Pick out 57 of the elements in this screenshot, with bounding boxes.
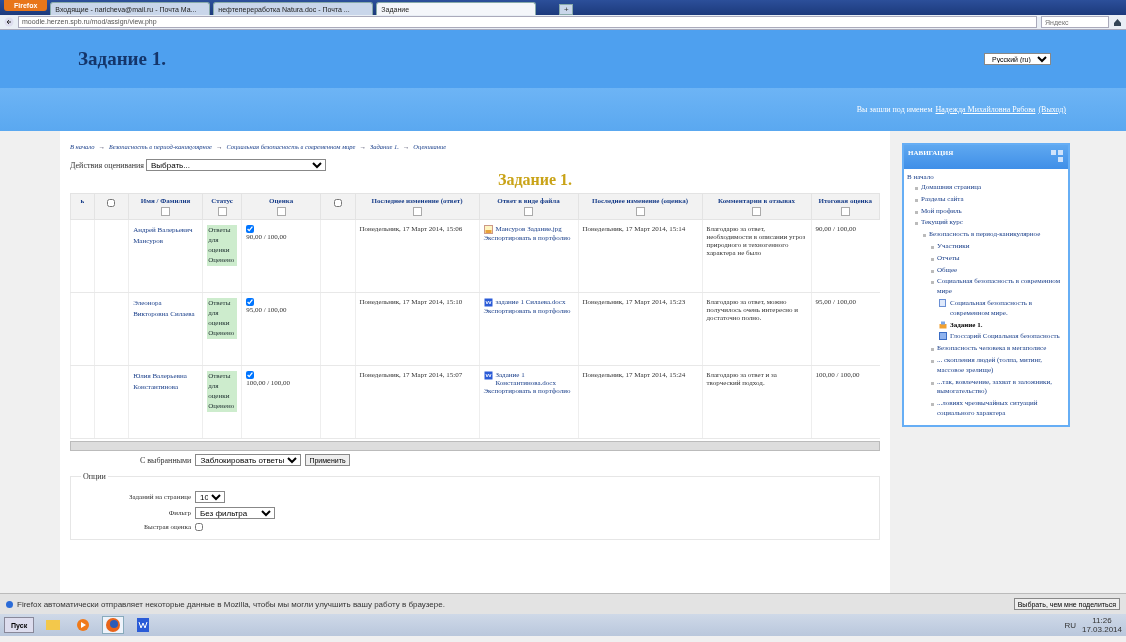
collapse-toggle[interactable] — [217, 207, 227, 216]
bullet-icon — [931, 381, 934, 385]
grade-checkbox[interactable] — [246, 298, 255, 306]
bullet-icon — [931, 281, 934, 285]
clock-date: 17.03.2014 — [1081, 625, 1122, 634]
quick-grading-checkbox[interactable] — [195, 523, 203, 531]
document-icon — [137, 618, 150, 632]
collapse-toggle[interactable] — [161, 207, 171, 216]
bullet-icon — [931, 359, 934, 363]
collapse-toggle[interactable] — [412, 207, 422, 216]
info-icon — [6, 600, 13, 608]
grading-action-select[interactable]: Выбрать... — [146, 159, 327, 171]
collapse-toggle[interactable] — [840, 207, 850, 216]
assignment-title: Задание 1. — [496, 171, 574, 189]
options-legend: Опции — [81, 472, 108, 481]
bullet-icon — [915, 222, 918, 226]
page-icon — [939, 298, 947, 307]
field-label: Действия оценивания — [70, 160, 145, 170]
bullet-icon — [915, 198, 918, 202]
filter-select[interactable]: Без фильтра — [195, 507, 275, 519]
collapse-toggle[interactable] — [276, 207, 286, 216]
bulk-action-select[interactable]: Заблокировать ответы — [195, 454, 302, 466]
bullet-icon — [923, 234, 926, 238]
collapse-toggle[interactable] — [752, 207, 761, 216]
grade-checkbox[interactable] — [246, 371, 255, 379]
taskbar-button[interactable] — [102, 616, 125, 634]
notification-text: Firefox автоматически отправляет некоторые данные в Mozilla, чтобы мы могли улучшить вашу работу в браузере. — [17, 599, 446, 609]
home-icon[interactable] — [1113, 17, 1122, 27]
per-page-select[interactable]: 10 — [195, 491, 225, 503]
collapse-toggle[interactable] — [524, 207, 533, 216]
globe-icon — [106, 618, 121, 632]
bullet-icon — [915, 210, 918, 214]
bullet-icon — [931, 269, 934, 273]
language-indicator[interactable]: RU — [1064, 620, 1076, 630]
page-title: Задание 1. — [78, 48, 166, 70]
media-player-icon — [77, 619, 90, 631]
login-info: Вы зашли под именем — [856, 105, 933, 114]
new-tab-button[interactable]: + — [559, 4, 574, 15]
bullet-icon — [931, 403, 934, 407]
bullet-icon — [915, 187, 918, 190]
document-icon — [483, 298, 493, 307]
clock-time: 11:26 — [1092, 616, 1112, 625]
block-controls-icon[interactable] — [1050, 149, 1064, 163]
field-label: С выбранными — [140, 455, 192, 465]
bullet-icon — [931, 257, 934, 261]
bullet-icon — [931, 246, 934, 249]
document-icon — [483, 371, 493, 380]
bullet-icon — [931, 348, 934, 352]
folder-icon — [46, 620, 61, 630]
image-file-icon — [483, 225, 493, 234]
back-icon[interactable] — [4, 17, 14, 27]
select-checkbox[interactable] — [333, 199, 342, 207]
grade-checkbox[interactable] — [246, 225, 255, 233]
horizontal-scrollbar[interactable] — [70, 441, 880, 451]
collapse-toggle[interactable] — [635, 207, 645, 216]
select-checkbox[interactable] — [107, 199, 116, 207]
book-icon — [939, 332, 947, 341]
